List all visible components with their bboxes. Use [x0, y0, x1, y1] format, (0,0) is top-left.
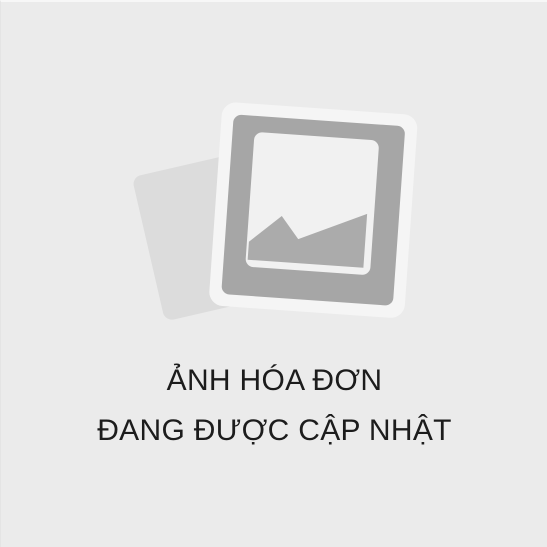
front-photo-card: [209, 102, 418, 318]
invoice-image-placeholder: ẢNH HÓA ĐƠN ĐANG ĐƯỢC CẬP NHẬT: [0, 0, 547, 547]
placeholder-subtitle: ĐANG ĐƯỢC CẬP NHẬT: [97, 414, 452, 447]
placeholder-title: ẢNH HÓA ĐƠN: [166, 364, 383, 397]
image-placeholder-icon: [133, 102, 418, 320]
